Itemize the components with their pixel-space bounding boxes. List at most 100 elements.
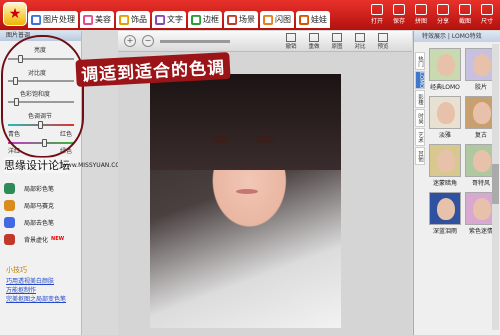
tab-7[interactable]: ■ 闪图 bbox=[260, 11, 294, 28]
tool-button-5[interactable]: 截图 bbox=[454, 4, 476, 25]
photo-mouth bbox=[236, 189, 258, 194]
fx-tool-1[interactable]: 局部彩色笔 bbox=[4, 180, 80, 196]
edit-button-4[interactable]: 对比 bbox=[350, 32, 370, 50]
effect-label-3: 淡雅 bbox=[438, 132, 451, 139]
fx-tool-4[interactable]: 背景虚化 NEW bbox=[4, 231, 80, 247]
tip-link-3[interactable]: 完美抠图之局部变色笔 bbox=[6, 294, 66, 303]
edit-label: 原图 bbox=[331, 43, 343, 50]
zoom-slider[interactable] bbox=[160, 39, 230, 43]
tab-2[interactable]: ■ 美容 bbox=[80, 11, 114, 28]
tips-header: 小技巧 bbox=[6, 266, 27, 274]
thumb-face bbox=[437, 198, 455, 220]
tool-icon bbox=[437, 4, 449, 15]
photo-eye-right bbox=[256, 136, 274, 143]
tab-label: 美容 bbox=[95, 15, 111, 24]
tool-button-4[interactable]: 分享 bbox=[432, 4, 454, 25]
tool-icon bbox=[393, 4, 405, 15]
image-icon: ■ bbox=[31, 14, 41, 25]
edit-icon bbox=[378, 32, 388, 42]
main-tabs: ■ 图片处理 ■ 美容 ■ 饰品 ■ 文字 ■ 边框 ■ 场景 ■ 闪图 ■ 娃娃 bbox=[28, 11, 332, 28]
edit-toolbar: + − 撤销 重做 原图 对比 预览 bbox=[118, 31, 412, 52]
thumb-face bbox=[473, 198, 491, 220]
thumb-face bbox=[473, 150, 491, 172]
effect-label-5: 迷蒙暗角 bbox=[432, 180, 457, 187]
fx-tool-2[interactable]: 局部马赛克 bbox=[4, 197, 80, 213]
tool-icon bbox=[481, 4, 493, 15]
tool-icon bbox=[371, 4, 383, 15]
edit-button-1[interactable]: 撤销 bbox=[281, 32, 301, 50]
tool-label: 保存 bbox=[392, 18, 405, 25]
fx-icon bbox=[4, 182, 15, 194]
effect-thumbnail-3[interactable] bbox=[429, 96, 461, 129]
zoom-out-icon[interactable]: − bbox=[142, 35, 154, 47]
tool-button-1[interactable]: 打开 bbox=[366, 4, 388, 25]
beauty-icon: ■ bbox=[83, 14, 93, 25]
edit-button-5[interactable]: 预览 bbox=[373, 32, 393, 50]
effect-tab-3[interactable]: 影楼 bbox=[415, 90, 425, 108]
tip-link-2[interactable]: 万能抠制作 bbox=[6, 285, 36, 294]
effect-tab-4[interactable]: 时尚 bbox=[415, 109, 425, 127]
edit-label: 撤销 bbox=[285, 43, 297, 50]
file-tools: 打开 保存 拼图 分享 截图 尺寸 bbox=[366, 4, 498, 25]
tab-label: 边框 bbox=[203, 15, 219, 24]
effect-thumbnail-7[interactable] bbox=[429, 192, 461, 225]
zoom-in-icon[interactable]: + bbox=[124, 35, 136, 47]
tab-label: 图片处理 bbox=[43, 15, 75, 24]
caption: 思缘设计论坛 bbox=[4, 157, 70, 173]
effect-tab-6[interactable]: 其他 bbox=[415, 147, 425, 165]
tool-label: 分享 bbox=[436, 18, 449, 25]
frame-icon: ■ bbox=[191, 14, 201, 25]
tab-1[interactable]: ■ 图片处理 bbox=[28, 11, 78, 28]
scrollbar[interactable] bbox=[492, 44, 499, 330]
flash-icon: ■ bbox=[263, 14, 273, 25]
thumb-face bbox=[437, 150, 455, 172]
effect-label-7: 深蓝泪雨 bbox=[432, 228, 457, 235]
tool-button-6[interactable]: 尺寸 bbox=[476, 4, 498, 25]
tab-6[interactable]: ■ 场景 bbox=[224, 11, 258, 28]
tab-label: 文字 bbox=[167, 15, 183, 24]
tab-label: 场景 bbox=[239, 15, 255, 24]
app-logo-icon: ★ bbox=[3, 2, 27, 26]
effect-label-1: 经典LOMO bbox=[430, 84, 460, 91]
tab-4[interactable]: ■ 文字 bbox=[152, 11, 186, 28]
tool-label: 拼图 bbox=[414, 18, 427, 25]
highlight-circle bbox=[1, 35, 84, 158]
photo-eye-left bbox=[212, 136, 230, 143]
tab-3[interactable]: ■ 饰品 bbox=[116, 11, 150, 28]
fx-tool-3[interactable]: 局部去色笔 bbox=[4, 214, 80, 230]
effect-tab-2[interactable]: LOMO bbox=[415, 71, 425, 89]
tab-5[interactable]: ■ 边框 bbox=[188, 11, 222, 28]
edit-icon bbox=[332, 32, 342, 42]
fx-label: 局部马赛克 bbox=[24, 202, 55, 210]
edit-button-2[interactable]: 重做 bbox=[304, 32, 324, 50]
thumb-face bbox=[437, 54, 455, 76]
edit-label: 对比 bbox=[354, 43, 366, 50]
tool-icon bbox=[459, 4, 471, 15]
edit-icon bbox=[309, 32, 319, 42]
tab-label: 饰品 bbox=[131, 15, 147, 24]
tip-link-1[interactable]: 巧用透视美白颜肤 bbox=[6, 276, 54, 285]
tab-label: 娃娃 bbox=[311, 15, 327, 24]
tab-8[interactable]: ■ 娃娃 bbox=[296, 11, 330, 28]
effect-thumbnail-1[interactable] bbox=[429, 48, 461, 81]
tool-label: 打开 bbox=[370, 18, 383, 25]
edit-button-3[interactable]: 原图 bbox=[327, 32, 347, 50]
text-icon: ■ bbox=[155, 14, 165, 25]
portrait-photo bbox=[150, 74, 341, 328]
fx-icon bbox=[4, 216, 15, 228]
tool-label: 尺寸 bbox=[480, 18, 493, 25]
tool-button-3[interactable]: 拼图 bbox=[410, 4, 432, 25]
effect-tab-1[interactable]: 热门 bbox=[415, 52, 425, 70]
effect-tab-5[interactable]: 艺术 bbox=[415, 128, 425, 146]
new-badge: NEW bbox=[51, 236, 65, 242]
fx-icon bbox=[4, 199, 15, 211]
effect-thumbnail-5[interactable] bbox=[429, 144, 461, 177]
accessory-icon: ■ bbox=[119, 14, 129, 25]
tab-label: 闪图 bbox=[275, 15, 291, 24]
scene-icon: ■ bbox=[227, 14, 237, 25]
thumb-face bbox=[473, 102, 491, 124]
tool-button-2[interactable]: 保存 bbox=[388, 4, 410, 25]
watermark: www.MISSYUAN.COM bbox=[62, 162, 126, 169]
thumb-face bbox=[473, 54, 491, 76]
tool-icon bbox=[415, 4, 427, 15]
